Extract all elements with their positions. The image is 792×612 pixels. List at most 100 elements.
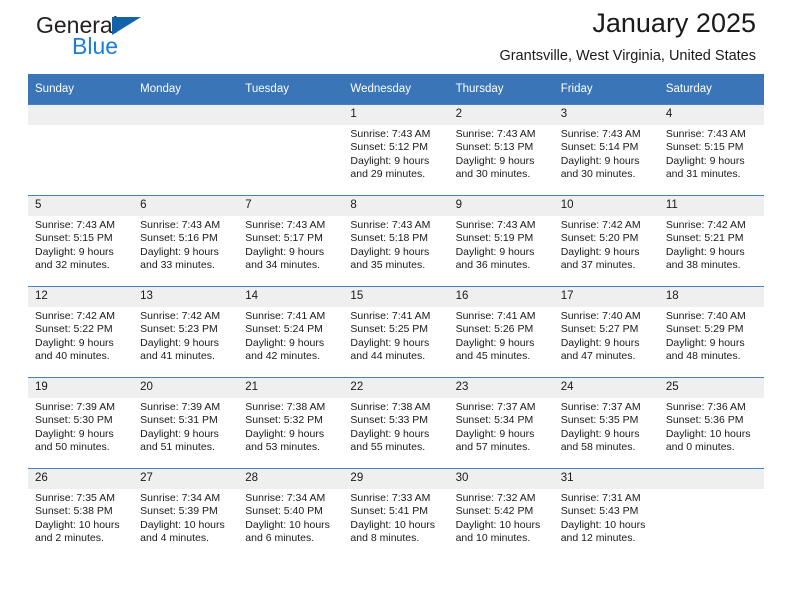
daylight-text-line1: Daylight: 9 hours [35,245,114,258]
daylight-text-line2: and 45 minutes. [455,349,531,362]
sunset-text: Sunset: 5:17 PM [245,232,323,245]
calendar-day-cell[interactable]: 14 Sunrise: 7:41 AM Sunset: 5:24 PM Dayligh… [238,286,344,378]
calendar-day-cell[interactable]: 25 Sunrise: 7:36 AM Sunset: 5:36 PM Dayligh… [658,377,764,469]
day-details: Sunrise: 7:43 AM Sunset: 5:12 PM Daylight:… [343,125,448,181]
calendar-day-cell[interactable]: 26 Sunrise: 7:35 AM Sunset: 5:38 PM Dayligh… [28,468,134,559]
day-number: 10 [553,196,659,216]
calendar-day-cell[interactable]: 3 Sunrise: 7:43 AM Sunset: 5:14 PM Daylight… [553,104,659,196]
day-number: 23 [448,378,554,398]
day-details: Sunrise: 7:40 AM Sunset: 5:27 PM Daylight:… [554,307,659,363]
weekday-header-monday: Monday [133,74,239,105]
calendar-day-cell[interactable]: 16 Sunrise: 7:41 AM Sunset: 5:26 PM Dayligh… [448,286,554,378]
daylight-text-line1: Daylight: 9 hours [35,336,114,349]
sunset-text: Sunset: 5:18 PM [350,232,429,245]
calendar-day-cell[interactable]: 12 Sunrise: 7:42 AM Sunset: 5:22 PM Dayligh… [28,286,134,378]
daylight-text-line1: Daylight: 10 hours [665,427,751,440]
calendar-day-cell[interactable]: 10 Sunrise: 7:42 AM Sunset: 5:20 PM Dayligh… [553,195,659,287]
sunset-text: Sunset: 5:42 PM [455,505,534,518]
sunset-text: Sunset: 5:41 PM [350,505,429,518]
calendar-day-cell[interactable]: 9 Sunrise: 7:43 AM Sunset: 5:19 PM Daylight… [448,195,554,287]
day-details: Sunrise: 7:32 AM Sunset: 5:42 PM Daylight:… [449,489,554,545]
daylight-text-line1: Daylight: 10 hours [35,518,120,531]
sunrise-text: Sunrise: 7:33 AM [350,492,431,504]
sunrise-text: Sunrise: 7:42 AM [665,219,746,231]
calendar-day-cell[interactable]: 17 Sunrise: 7:40 AM Sunset: 5:27 PM Dayligh… [553,286,659,378]
day-details: Sunrise: 7:43 AM Sunset: 5:15 PM Daylight:… [28,216,133,272]
calendar-day-cell[interactable]: 6 Sunrise: 7:43 AM Sunset: 5:16 PM Daylight… [133,195,239,287]
calendar-day-cell[interactable]: 28 Sunrise: 7:34 AM Sunset: 5:40 PM Dayligh… [238,468,344,559]
sunset-text: Sunset: 5:30 PM [35,414,113,427]
calendar-day-cell[interactable]: 15 Sunrise: 7:41 AM Sunset: 5:25 PM Dayligh… [343,286,449,378]
daylight-text-line1: Daylight: 9 hours [560,336,640,349]
daylight-text-line2: and 51 minutes. [140,440,215,453]
calendar-day-cell[interactable]: 22 Sunrise: 7:38 AM Sunset: 5:33 PM Dayligh… [343,377,449,469]
sunset-text: Sunset: 5:23 PM [140,323,218,336]
calendar-day-cell[interactable]: 30 Sunrise: 7:32 AM Sunset: 5:42 PM Dayligh… [448,468,554,559]
daylight-text-line1: Daylight: 9 hours [350,427,430,440]
calendar-day-cell[interactable]: 31 Sunrise: 7:31 AM Sunset: 5:43 PM Dayligh… [553,468,659,559]
sunrise-text: Sunrise: 7:43 AM [665,128,746,140]
sunrise-text: Sunrise: 7:36 AM [665,401,746,413]
sunset-text: Sunset: 5:22 PM [35,323,113,336]
brand-logo[interactable]: General Blue [36,12,216,64]
day-details: Sunrise: 7:43 AM Sunset: 5:19 PM Daylight:… [449,216,554,272]
calendar-week-row: 12 Sunrise: 7:42 AM Sunset: 5:22 PM Dayligh… [28,286,764,378]
day-number: 30 [448,469,554,489]
calendar-cell-empty [28,104,134,196]
day-number: 25 [658,378,764,398]
day-number: 27 [133,469,239,489]
day-details: Sunrise: 7:41 AM Sunset: 5:24 PM Daylight:… [238,307,343,363]
daylight-text-line2: and 50 minutes. [35,440,110,453]
daylight-text-line1: Daylight: 9 hours [140,427,219,440]
calendar-day-cell[interactable]: 2 Sunrise: 7:43 AM Sunset: 5:13 PM Daylight… [448,104,554,196]
day-details: Sunrise: 7:42 AM Sunset: 5:23 PM Daylight:… [133,307,238,363]
sunset-text: Sunset: 5:21 PM [665,232,744,245]
sunrise-text: Sunrise: 7:43 AM [140,219,221,231]
day-details: Sunrise: 7:38 AM Sunset: 5:33 PM Daylight:… [343,398,448,454]
daylight-text-line2: and 8 minutes. [350,531,420,544]
calendar-day-cell[interactable]: 20 Sunrise: 7:39 AM Sunset: 5:31 PM Dayligh… [133,377,239,469]
calendar-day-cell[interactable]: 23 Sunrise: 7:37 AM Sunset: 5:34 PM Dayligh… [448,377,554,469]
sunset-text: Sunset: 5:14 PM [560,141,639,154]
daylight-text-line1: Daylight: 9 hours [560,154,640,167]
sunset-text: Sunset: 5:33 PM [350,414,429,427]
calendar-day-cell[interactable]: 24 Sunrise: 7:37 AM Sunset: 5:35 PM Dayligh… [553,377,659,469]
calendar-day-cell[interactable]: 29 Sunrise: 7:33 AM Sunset: 5:41 PM Dayligh… [343,468,449,559]
day-details: Sunrise: 7:42 AM Sunset: 5:20 PM Daylight:… [554,216,659,272]
calendar-day-cell[interactable]: 4 Sunrise: 7:43 AM Sunset: 5:15 PM Daylight… [658,104,764,196]
daylight-text-line1: Daylight: 9 hours [665,245,745,258]
sunrise-text: Sunrise: 7:32 AM [455,492,536,504]
sunset-text: Sunset: 5:16 PM [140,232,218,245]
calendar-day-cell[interactable]: 11 Sunrise: 7:42 AM Sunset: 5:21 PM Dayligh… [658,195,764,287]
day-number [133,105,239,125]
calendar-day-cell[interactable]: 19 Sunrise: 7:39 AM Sunset: 5:30 PM Dayligh… [28,377,134,469]
title-block: January 2025 Grantsville, West Virginia,… [499,6,756,67]
sunset-text: Sunset: 5:25 PM [350,323,429,336]
sunrise-text: Sunrise: 7:31 AM [560,492,641,504]
calendar-day-cell[interactable]: 7 Sunrise: 7:43 AM Sunset: 5:17 PM Daylight… [238,195,344,287]
calendar-day-cell[interactable]: 8 Sunrise: 7:43 AM Sunset: 5:18 PM Daylight… [343,195,449,287]
weekday-header-saturday: Saturday [658,74,764,105]
day-number: 5 [28,196,134,216]
day-number: 8 [343,196,449,216]
sunrise-text: Sunrise: 7:42 AM [35,310,115,322]
calendar-day-cell[interactable]: 18 Sunrise: 7:40 AM Sunset: 5:29 PM Dayligh… [658,286,764,378]
calendar-day-cell[interactable]: 13 Sunrise: 7:42 AM Sunset: 5:23 PM Dayligh… [133,286,239,378]
day-details: Sunrise: 7:41 AM Sunset: 5:25 PM Daylight:… [343,307,448,363]
day-details: Sunrise: 7:43 AM Sunset: 5:13 PM Daylight:… [449,125,554,181]
calendar-cell-empty [133,104,239,196]
calendar-day-cell[interactable]: 1 Sunrise: 7:43 AM Sunset: 5:12 PM Daylight… [343,104,449,196]
daylight-text-line1: Daylight: 10 hours [560,518,646,531]
weekday-header-thursday: Thursday [448,74,554,105]
calendar-day-cell[interactable]: 5 Sunrise: 7:43 AM Sunset: 5:15 PM Daylight… [28,195,134,287]
calendar-day-cell[interactable]: 27 Sunrise: 7:34 AM Sunset: 5:39 PM Dayligh… [133,468,239,559]
weekday-header-row: Sunday Monday Tuesday Wednesday Thursday… [28,74,764,105]
day-number: 7 [238,196,344,216]
daylight-text-line2: and 2 minutes. [35,531,104,544]
daylight-text-line2: and 30 minutes. [560,167,636,180]
sunset-text: Sunset: 5:39 PM [140,505,218,518]
sunrise-text: Sunrise: 7:39 AM [140,401,221,413]
day-details: Sunrise: 7:35 AM Sunset: 5:38 PM Daylight:… [28,489,133,545]
calendar-day-cell[interactable]: 21 Sunrise: 7:38 AM Sunset: 5:32 PM Dayligh… [238,377,344,469]
daylight-text-line2: and 32 minutes. [35,258,110,271]
